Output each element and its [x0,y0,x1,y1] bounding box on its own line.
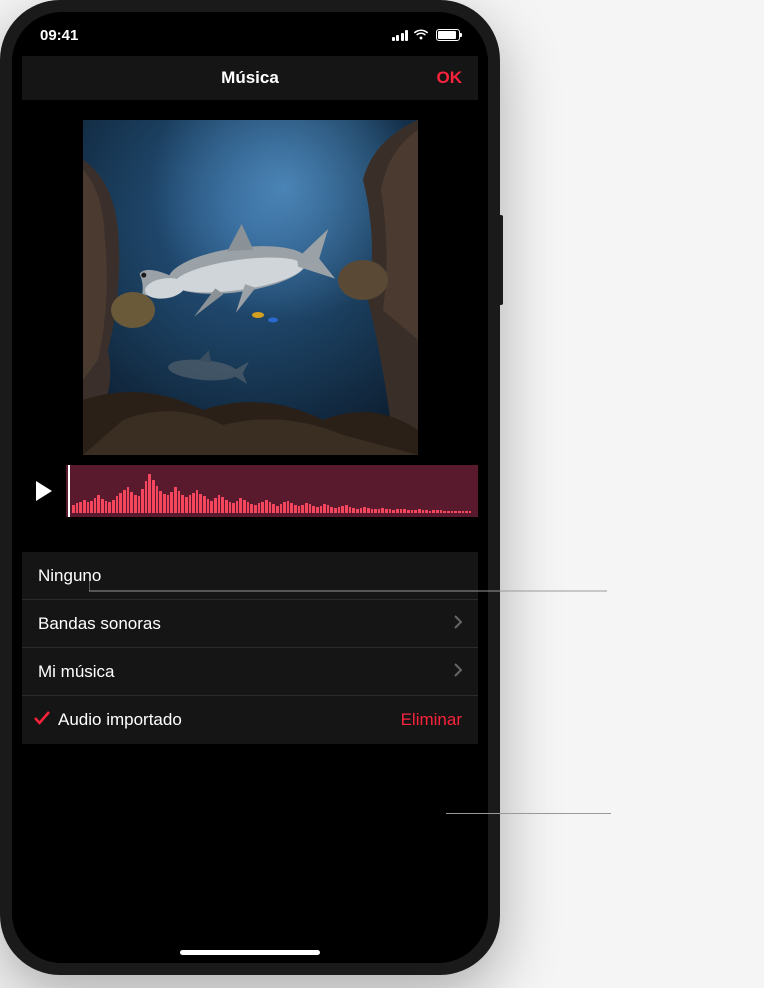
navigation-bar: Música OK [22,56,478,100]
option-soundtracks-label: Bandas sonoras [38,614,454,634]
play-button[interactable] [22,465,66,517]
power-button [499,215,503,305]
music-options-list: Ninguno Bandas sonoras Mi música [22,552,478,744]
page-title: Música [221,68,279,88]
done-button[interactable]: OK [437,68,463,88]
phone-device-frame: 09:41 Música OK [0,0,500,975]
phone-notch [150,12,350,42]
option-none-label: Ninguno [38,566,462,586]
video-preview[interactable] [83,120,418,455]
option-soundtracks[interactable]: Bandas sonoras [22,600,478,648]
chevron-right-icon [454,662,462,682]
cellular-signal-icon [392,30,409,41]
delete-button[interactable]: Eliminar [401,710,462,730]
playhead-indicator[interactable] [68,465,70,517]
status-time: 09:41 [40,27,120,44]
phone-screen: 09:41 Música OK [12,12,488,963]
wifi-icon [413,29,429,41]
chevron-right-icon [454,614,462,634]
app-content: Música OK [12,56,488,963]
video-thumbnail-image [83,120,418,455]
status-indicators [380,29,460,41]
battery-icon [436,29,460,41]
audio-waveform-section [22,465,478,517]
option-my-music-label: Mi música [38,662,454,682]
checkmark-icon [34,710,50,730]
home-indicator[interactable] [180,950,320,955]
volume-down-button [0,265,1,320]
volume-up-button [0,195,1,250]
option-imported-audio-label: Audio importado [58,710,401,730]
option-none[interactable]: Ninguno [22,552,478,600]
play-icon [35,480,53,502]
option-imported-audio[interactable]: Audio importado Eliminar [22,696,478,744]
option-my-music[interactable]: Mi música [22,648,478,696]
silence-switch [0,135,1,165]
audio-waveform[interactable] [66,465,478,517]
